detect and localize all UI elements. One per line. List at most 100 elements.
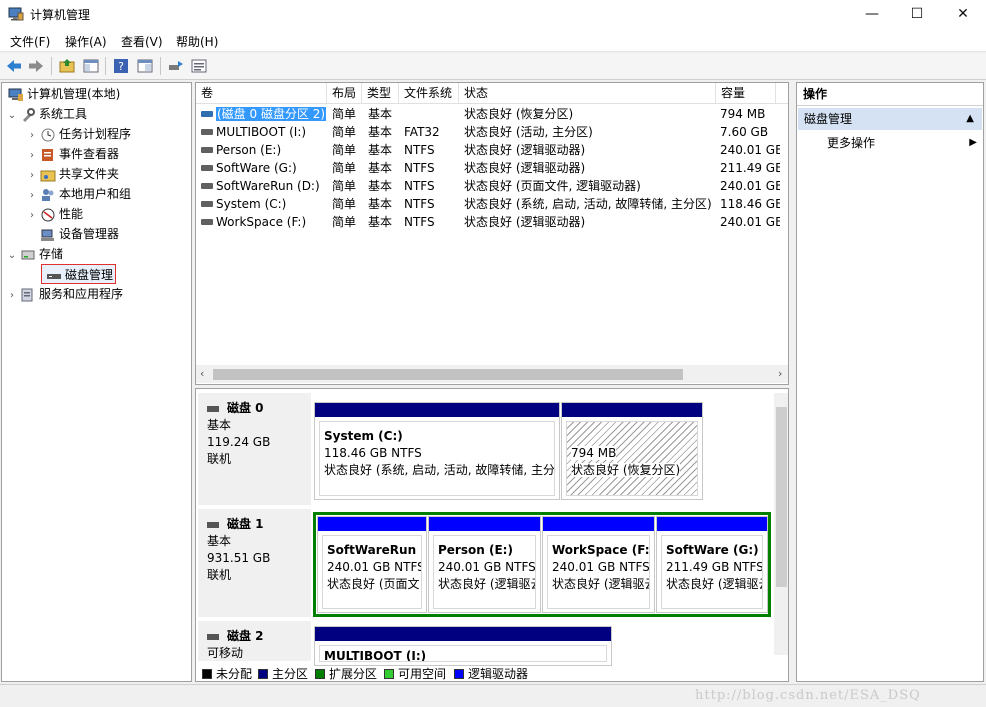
scroll-right-icon[interactable]: ›: [778, 367, 782, 380]
menu-action[interactable]: 操作(A): [65, 33, 107, 50]
volume-row[interactable]: SoftWare (G:) 简单 基本 NTFS 状态良好 (逻辑驱动器) 21…: [196, 159, 788, 177]
volume-type: 基本: [368, 197, 393, 211]
tree-root-label: 计算机管理(本地): [27, 87, 121, 101]
tree-event-viewer[interactable]: › 事件查看器: [26, 144, 119, 164]
partition-recovery[interactable]: 794 MB 状态良好 (恢复分区): [561, 402, 703, 500]
partition-system-c[interactable]: System (C:) 118.46 GB NTFS 状态良好 (系统, 启动,…: [314, 402, 560, 500]
scroll-left-icon[interactable]: ‹: [200, 367, 204, 380]
collapse-chevron-icon[interactable]: ⌄: [6, 106, 18, 126]
disk-type: 基本: [207, 534, 232, 548]
scrollbar-thumb[interactable]: [776, 407, 787, 587]
tree-shared-folders[interactable]: › 共享文件夹: [26, 164, 119, 184]
logical-drive-bar: [318, 517, 426, 531]
volume-row[interactable]: SoftWareRun (D:) 简单 基本 NTFS 状态良好 (页面文件, …: [196, 177, 788, 195]
up-folder-icon[interactable]: [58, 57, 76, 75]
expand-chevron-icon[interactable]: ›: [26, 146, 38, 166]
tree-local-users[interactable]: › 本地用户和组: [26, 184, 131, 204]
vertical-scrollbar[interactable]: [774, 393, 788, 655]
partition-software-g[interactable]: SoftWare (G:) 211.49 GB NTFS 状态良好 (逻辑驱云: [656, 516, 768, 613]
expand-chevron-icon[interactable]: ›: [26, 206, 38, 226]
partition-multiboot-i[interactable]: MULTIBOOT (I:): [314, 626, 612, 666]
column-header-type[interactable]: 类型: [362, 83, 399, 104]
tree-item-label: 任务计划程序: [59, 127, 132, 141]
disk-0-label[interactable]: 磁盘 0 基本 119.24 GB 联机: [198, 393, 311, 505]
column-header-layout[interactable]: 布局: [327, 83, 362, 104]
disk-1-label[interactable]: 磁盘 1 基本 931.51 GB 联机: [198, 509, 311, 617]
volume-row[interactable]: MULTIBOOT (I:) 简单 基本 FAT32 状态良好 (活动, 主分区…: [196, 123, 788, 141]
scrollbar-thumb[interactable]: [213, 369, 683, 380]
close-button[interactable]: ✕: [940, 0, 986, 28]
back-arrow-icon[interactable]: [5, 57, 23, 75]
expand-chevron-icon[interactable]: ›: [26, 186, 38, 206]
partition-status: 状态良好 (逻辑驱云: [552, 577, 650, 591]
legend-item: 主分区: [258, 665, 309, 681]
tree-system-tools[interactable]: ⌄ 系统工具: [6, 104, 87, 124]
partition-size: 240.01 GB NTFS: [438, 560, 536, 574]
volume-layout: 简单: [332, 179, 357, 193]
column-header-volume[interactable]: 卷: [196, 83, 327, 104]
collapse-chevron-icon[interactable]: ⌄: [6, 246, 18, 266]
volume-status: 状态良好 (逻辑驱动器): [464, 161, 586, 175]
partition-name: SoftWare (G:): [666, 543, 759, 557]
volume-row[interactable]: (磁盘 0 磁盘分区 2) 简单 基本 状态良好 (恢复分区) 794 MB: [196, 105, 788, 123]
column-header-status[interactable]: 状态: [459, 83, 716, 104]
collapse-triangle-icon[interactable]: ▲: [966, 108, 974, 130]
horizontal-scrollbar[interactable]: ‹ ›: [196, 365, 788, 383]
volume-layout: 简单: [332, 107, 357, 121]
console-tree: 计算机管理(本地) ⌄ 系统工具 › 任务计划程序 › 事件查看器 › 共享文件夹 › 本…: [1, 82, 192, 682]
volume-layout: 简单: [332, 143, 357, 157]
volume-capacity: 794 MB: [720, 107, 766, 121]
legend-label: 主分区: [272, 667, 309, 681]
toolbar-separator: [51, 57, 52, 75]
disk-icon: [207, 521, 219, 528]
minimize-button[interactable]: —: [849, 0, 895, 28]
volume-row[interactable]: Person (E:) 简单 基本 NTFS 状态良好 (逻辑驱动器) 240.…: [196, 141, 788, 159]
forward-arrow-icon[interactable]: [27, 57, 45, 75]
menu-file[interactable]: 文件(F): [10, 33, 50, 50]
partition-softwarerun-d[interactable]: SoftWareRun ( 240.01 GB NTFS 状态良好 (页面文: [317, 516, 427, 613]
volume-type: 基本: [368, 161, 393, 175]
partition-size: 794 MB: [571, 446, 617, 460]
system-tools-icon: [20, 107, 36, 122]
properties-icon[interactable]: [136, 57, 154, 75]
maximize-button[interactable]: ☐: [894, 0, 940, 28]
column-header-filesystem[interactable]: 文件系统: [399, 83, 459, 104]
volume-row[interactable]: System (C:) 简单 基本 NTFS 状态良好 (系统, 启动, 活动,…: [196, 195, 788, 213]
legend-label: 未分配: [216, 667, 253, 681]
tree-services[interactable]: › 服务和应用程序: [6, 284, 123, 304]
help-icon[interactable]: ?: [112, 57, 130, 75]
list-view-icon[interactable]: [190, 57, 208, 75]
volume-row[interactable]: WorkSpace (F:) 简单 基本 NTFS 状态良好 (逻辑驱动器) 2…: [196, 213, 788, 231]
expand-chevron-icon[interactable]: ›: [26, 126, 38, 146]
expand-chevron-icon[interactable]: ›: [6, 286, 18, 306]
expand-chevron-icon[interactable]: ›: [26, 166, 38, 186]
toolbar: ?: [0, 53, 986, 80]
tree-disk-management[interactable]: 磁盘管理: [41, 264, 117, 284]
actions-section-disk-management[interactable]: 磁盘管理 ▲: [798, 108, 982, 130]
volume-list: 卷 布局 类型 文件系统 状态 容量 (磁盘 0 磁盘分区 2) 简单 基本 状…: [195, 82, 789, 385]
menu-view[interactable]: 查看(V): [121, 33, 163, 50]
menu-help[interactable]: 帮助(H): [176, 33, 218, 50]
volume-fs: FAT32: [404, 125, 440, 139]
partition-person-e[interactable]: Person (E:) 240.01 GB NTFS 状态良好 (逻辑驱云: [428, 516, 541, 613]
volume-list-header: 卷 布局 类型 文件系统 状态 容量: [196, 83, 788, 104]
partition-workspace-f[interactable]: WorkSpace (F:) 240.01 GB NTFS 状态良好 (逻辑驱云: [542, 516, 655, 613]
more-actions-item[interactable]: 更多操作 ▶: [827, 133, 977, 153]
volume-status: 状态良好 (逻辑驱动器): [464, 143, 586, 157]
volume-status: 状态良好 (页面文件, 逻辑驱动器): [464, 179, 641, 193]
tree-task-scheduler[interactable]: › 任务计划程序: [26, 124, 131, 144]
disk-2-label[interactable]: 磁盘 2 可移动: [198, 621, 311, 661]
console-tree-icon[interactable]: [82, 57, 100, 75]
volume-status: 状态良好 (系统, 启动, 活动, 故障转储, 主分区): [464, 197, 712, 211]
partition-name: System (C:): [324, 429, 403, 443]
tree-device-manager[interactable]: 设备管理器: [38, 224, 119, 244]
disk-map: 磁盘 0 基本 119.24 GB 联机 System (C:) 118.46 …: [195, 388, 789, 682]
tree-storage[interactable]: ⌄ 存储: [6, 244, 63, 264]
volume-fs: NTFS: [404, 161, 435, 175]
tree-item-label: 共享文件夹: [59, 167, 120, 181]
connect-icon[interactable]: [167, 57, 185, 75]
column-header-capacity[interactable]: 容量: [716, 83, 776, 104]
tree-root[interactable]: 计算机管理(本地): [6, 84, 120, 104]
tree-performance[interactable]: › 性能: [26, 204, 83, 224]
users-icon: [40, 188, 56, 202]
